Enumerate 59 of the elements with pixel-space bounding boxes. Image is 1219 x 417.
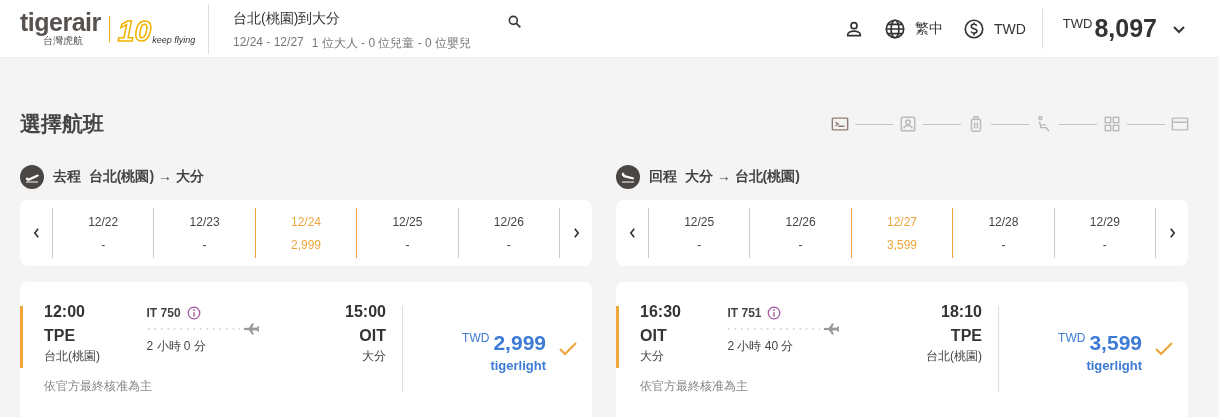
info-icon[interactable] xyxy=(186,306,201,320)
flight-duration: 2 小時 0 分 xyxy=(146,338,207,355)
departure-airport-code: OIT xyxy=(640,326,668,346)
date-tab[interactable]: 12/23 - xyxy=(153,208,255,258)
search-icon[interactable] xyxy=(507,13,523,30)
date-tab[interactable]: 12/25 - xyxy=(356,208,458,258)
flight-number: IT 751 xyxy=(727,306,762,320)
currency-selector[interactable]: TWD xyxy=(993,20,1026,37)
page-title: 選擇航班 xyxy=(20,111,104,137)
arrival-airport-code: OIT xyxy=(359,326,386,346)
brand-logo[interactable]: tigerair xyxy=(20,9,101,34)
fare-price: 3,599 xyxy=(1089,331,1142,355)
checkmark-icon xyxy=(1154,341,1174,357)
total-currency: TWD xyxy=(1062,16,1093,31)
fare-type: tigerlight xyxy=(1086,358,1142,373)
search-dates: 12/24 - 12/27 xyxy=(233,34,304,51)
disclaimer-note: 依官方最終核准為主 xyxy=(640,378,748,395)
departure-time: 16:30 xyxy=(640,302,681,322)
chevron-right-icon xyxy=(1168,228,1176,238)
fare-currency: TWD xyxy=(462,331,490,345)
arrival-time: 18:10 xyxy=(941,302,982,322)
arrival-airport-code: TPE xyxy=(950,326,982,346)
date-tab[interactable]: 12/29 - xyxy=(1053,208,1157,258)
disclaimer-note: 依官方最終核准為主 xyxy=(44,378,152,395)
arrival-time: 15:00 xyxy=(345,302,386,322)
departure-airport-code: TPE xyxy=(44,326,77,346)
chevron-left-icon xyxy=(628,228,636,238)
date-tab[interactable]: 12/22 - xyxy=(52,208,154,258)
departure-city: 台北(桃園) xyxy=(44,348,100,365)
date-tab[interactable]: 12/26 - xyxy=(749,208,851,258)
info-icon[interactable] xyxy=(767,306,782,320)
slogan: keep flying xyxy=(152,34,196,45)
chevron-right-icon xyxy=(572,228,580,238)
arrival-city: 台北(桃園) xyxy=(926,348,982,365)
departure-city: 大分 xyxy=(640,348,665,365)
search-passengers: 1 位大人 - 0 位兒童 - 0 位嬰兒 xyxy=(311,34,472,52)
chevron-down-icon[interactable] xyxy=(1173,26,1185,34)
chevron-left-icon xyxy=(32,228,40,238)
takeoff-icon xyxy=(20,165,44,189)
leg-title: 去程 台北(桃園) → 大分 xyxy=(53,168,204,186)
search-route[interactable]: 台北(桃園)到大分 xyxy=(233,9,472,28)
date-tab[interactable]: 12/26 - xyxy=(457,208,561,258)
checkmark-icon xyxy=(558,341,578,357)
arrival-city: 大分 xyxy=(362,348,386,365)
departure-time: 12:00 xyxy=(44,302,86,322)
globe-icon[interactable] xyxy=(883,17,906,40)
fare-price: 2,999 xyxy=(493,331,546,355)
fare-currency: TWD xyxy=(1058,331,1086,345)
landing-icon xyxy=(616,165,640,189)
flight-number: IT 750 xyxy=(146,306,181,320)
date-tab[interactable]: 12/25 - xyxy=(648,208,750,258)
fare-type: tigerlight xyxy=(490,358,546,373)
date-tab[interactable]: 12/28 - xyxy=(952,208,1054,258)
total-price: 8,097 xyxy=(1094,14,1157,43)
flight-duration: 2 小時 40 分 xyxy=(727,338,795,355)
language-selector[interactable]: 繁中 xyxy=(914,19,943,38)
leg-title: 回程 大分 → 台北(桃園) xyxy=(649,168,800,186)
anniversary-logo: 10 xyxy=(117,12,152,49)
dollar-icon[interactable] xyxy=(962,17,985,40)
